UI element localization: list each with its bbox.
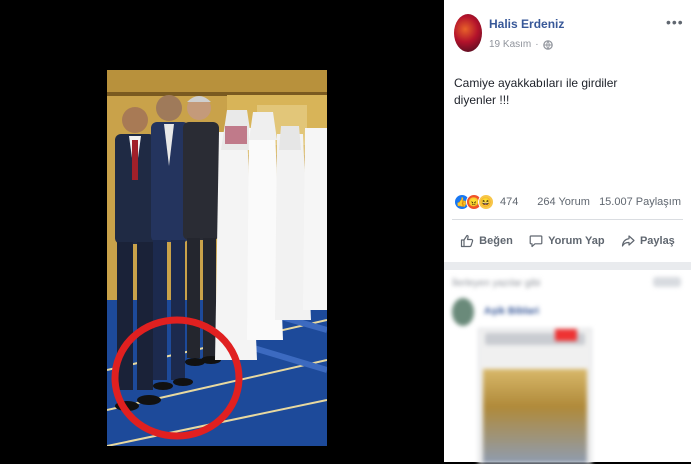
divider [452, 219, 683, 220]
share-button[interactable]: Paylaş [621, 234, 675, 248]
suggested-card-image [483, 369, 587, 463]
globe-icon[interactable] [542, 39, 553, 50]
post-text-line2: diyenler !!! [454, 93, 510, 107]
photo-illustration [107, 70, 327, 446]
post-sidebar: Halis Erdeniz 19 Kasım · ••• Camiye ayak… [444, 0, 691, 464]
comment-label: Yorum Yap [548, 235, 605, 247]
suggested-card-accent [555, 329, 577, 341]
share-label: Paylaş [639, 235, 675, 247]
post-text: Camiye ayakkabıları ile girdiler diyenle… [454, 75, 684, 109]
comment-button[interactable]: Yorum Yap [529, 234, 605, 248]
suggested-avatar[interactable] [452, 298, 474, 326]
separator-dot: · [535, 39, 539, 50]
post-meta: 19 Kasım · [489, 39, 553, 50]
like-button[interactable]: Beğen [460, 234, 513, 248]
action-bar: Beğen Yorum Yap Paylaş [452, 225, 683, 257]
like-label: Beğen [479, 235, 513, 247]
haha-icon: 😆 [478, 194, 494, 210]
post-photo[interactable] [107, 70, 327, 446]
section-divider [444, 262, 691, 270]
author-avatar[interactable] [454, 14, 482, 52]
post-header: Halis Erdeniz 19 Kasım · ••• [444, 0, 691, 70]
more-options-icon[interactable]: ••• [666, 14, 684, 30]
suggested-author-name[interactable]: Aşik Biblari [484, 306, 539, 317]
reactions-summary[interactable]: 👍 😠 😆 474 [454, 194, 518, 210]
engagement-counts: 264 Yorum 15.007 Paylaşım [537, 196, 681, 208]
comment-count[interactable]: 264 Yorum [537, 196, 590, 208]
reaction-count: 474 [500, 196, 519, 208]
post-text-line1: Camiye ayakkabıları ile girdiler [454, 76, 618, 90]
post-date[interactable]: 19 Kasım [489, 39, 531, 50]
suggested-section-title: İlerleyen yazılar gibi [452, 278, 541, 289]
author-name[interactable]: Halis Erdeniz [489, 17, 564, 31]
comment-icon [529, 235, 543, 248]
share-icon [621, 235, 635, 247]
suggested-more-link[interactable] [653, 277, 681, 287]
photo-viewer [0, 0, 444, 462]
suggested-post-card[interactable] [478, 328, 592, 464]
thumbs-up-icon [461, 234, 474, 248]
share-count[interactable]: 15.007 Paylaşım [599, 196, 681, 208]
